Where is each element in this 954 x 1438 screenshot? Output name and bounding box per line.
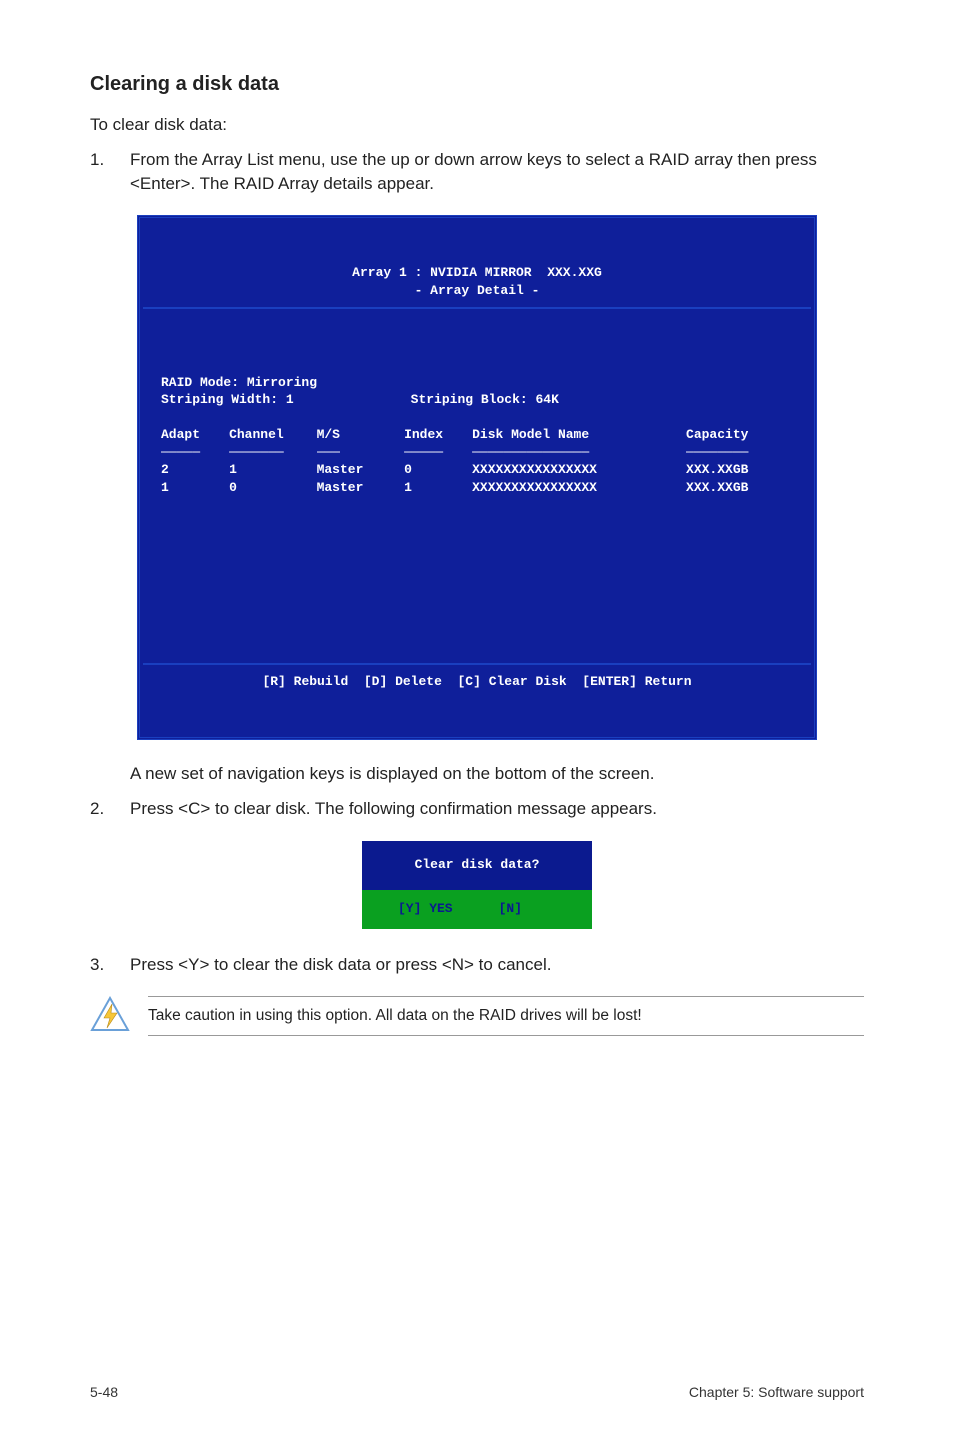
intro-text: To clear disk data: <box>90 113 864 138</box>
chapter-label: Chapter 5: Software support <box>689 1382 864 1402</box>
confirm-dialog: Clear disk data? [Y] YES [N] <box>362 841 592 929</box>
bios-table-header: AdaptChannelM/SIndexDisk Model NameCapac… <box>161 426 793 444</box>
bios-title: Array 1 : NVIDIA MIRROR XXX.XXG - Array … <box>143 256 811 309</box>
caution-text: Take caution in using this option. All d… <box>148 1007 642 1024</box>
lightning-icon <box>90 996 130 1036</box>
bios-footer: [R] Rebuild [D] Delete [C] Clear Disk [E… <box>143 663 811 699</box>
step-list: 1. From the Array List menu, use the up … <box>90 148 864 197</box>
section-heading: Clearing a disk data <box>90 70 864 99</box>
page-number: 5-48 <box>90 1382 118 1402</box>
step-list-continued: A new set of navigation keys is displaye… <box>90 762 864 821</box>
step-text: Press <C> to clear disk. The following c… <box>130 797 657 822</box>
page-footer: 5-48 Chapter 5: Software support <box>90 1382 864 1402</box>
caution-note: Take caution in using this option. All d… <box>90 996 864 1036</box>
step-number: 2. <box>90 797 130 822</box>
step-text: Press <Y> to clear the disk data or pres… <box>130 953 551 978</box>
bios-body: RAID Mode: Mirroring Striping Width: 1 S… <box>143 344 811 628</box>
confirm-question: Clear disk data? <box>362 841 592 890</box>
mid-note: A new set of navigation keys is displaye… <box>130 762 654 787</box>
confirm-options: [Y] YES [N] <box>362 890 592 929</box>
note-spacer <box>90 762 130 787</box>
table-row: 10Master1XXXXXXXXXXXXXXXXXXX.XXGB <box>161 479 793 497</box>
table-row: 21Master0XXXXXXXXXXXXXXXXXXX.XXGB <box>161 461 793 479</box>
confirm-yes[interactable]: [Y] YES <box>398 901 453 916</box>
step-number: 1. <box>90 148 130 197</box>
confirm-no[interactable]: [N] <box>499 901 522 916</box>
step-number: 3. <box>90 953 130 978</box>
step-text: From the Array List menu, use the up or … <box>130 148 864 197</box>
bios-screen: Array 1 : NVIDIA MIRROR XXX.XXG - Array … <box>137 215 817 740</box>
bios-header-underline: ────────────────────────────────────────… <box>161 444 793 462</box>
step-list-final: 3. Press <Y> to clear the disk data or p… <box>90 953 864 978</box>
